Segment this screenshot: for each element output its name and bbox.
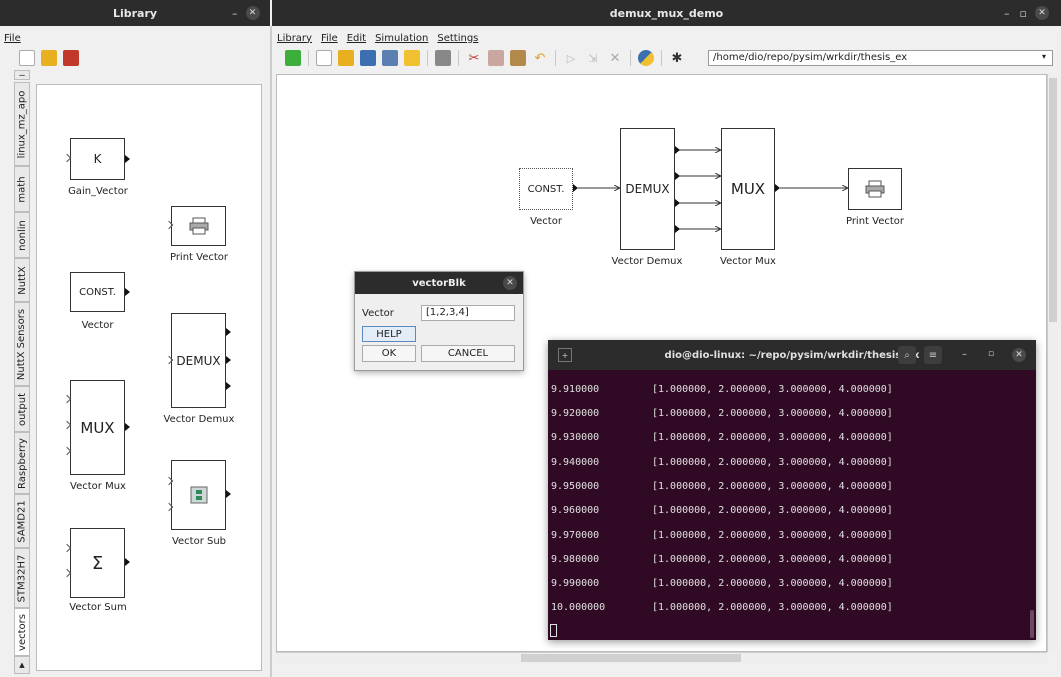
terminal-line-value: [1.000000, 2.000000, 3.000000, 4.000000]	[652, 408, 893, 419]
dialog-title: vectorBlk	[412, 277, 466, 289]
terminal-line: 9.970000	[551, 530, 600, 541]
terminal-line: 9.960000	[551, 505, 600, 516]
cancel-button[interactable]: CANCEL	[421, 345, 515, 362]
terminal-line-value: [1.000000, 2.000000, 3.000000, 4.000000]	[652, 554, 893, 565]
hamburger-menu-icon[interactable]: ≡	[924, 346, 942, 364]
terminal-line: 10.000000	[551, 602, 606, 613]
vector-input-value: [1,2,3,4]	[426, 307, 469, 318]
terminal-line-value: [1.000000, 2.000000, 3.000000, 4.000000]	[652, 505, 893, 516]
terminal-line: 9.940000	[551, 457, 600, 468]
terminal-line-value: [1.000000, 2.000000, 3.000000, 4.000000]	[652, 384, 893, 395]
close-icon[interactable]: ✕	[503, 276, 517, 290]
close-icon[interactable]: ✕	[1012, 348, 1026, 362]
terminal-cursor	[550, 624, 557, 637]
terminal-line-value: [1.000000, 2.000000, 3.000000, 4.000000]	[652, 432, 893, 443]
terminal-line: 9.910000	[551, 384, 600, 395]
terminal-line-value: [1.000000, 2.000000, 3.000000, 4.000000]	[652, 578, 893, 589]
terminal-line-value: [1.000000, 2.000000, 3.000000, 4.000000]	[652, 481, 893, 492]
terminal-line-value: [1.000000, 2.000000, 3.000000, 4.000000]	[652, 457, 893, 468]
search-icon[interactable]: ⌕	[898, 346, 916, 364]
vector-field-label: Vector	[362, 308, 394, 319]
ok-button[interactable]: OK	[362, 345, 416, 362]
terminal-line-value: [1.000000, 2.000000, 3.000000, 4.000000]	[652, 602, 893, 613]
terminal-line: 9.990000	[551, 578, 600, 589]
minimize-icon[interactable]: –	[962, 349, 967, 360]
dialog-titlebar: vectorBlk ✕	[355, 272, 523, 294]
terminal-line-value: [1.000000, 2.000000, 3.000000, 4.000000]	[652, 530, 893, 541]
terminal-line: 9.980000	[551, 554, 600, 565]
terminal-line: 9.950000	[551, 481, 600, 492]
vector-dialog: vectorBlk ✕ Vector [1,2,3,4] HELP OK CAN…	[354, 271, 524, 371]
new-tab-icon[interactable]: +	[558, 348, 572, 362]
terminal-line: 9.930000	[551, 432, 600, 443]
terminal-scrollbar[interactable]	[1030, 610, 1034, 638]
maximize-icon[interactable]: ▫	[988, 349, 994, 359]
terminal-title: dio@dio-linux: ~/repo/pysim/wrkdir/thesi…	[664, 349, 920, 361]
terminal-line: 9.920000	[551, 408, 600, 419]
help-button[interactable]: HELP	[362, 326, 416, 342]
vector-input[interactable]: [1,2,3,4]	[421, 305, 515, 321]
